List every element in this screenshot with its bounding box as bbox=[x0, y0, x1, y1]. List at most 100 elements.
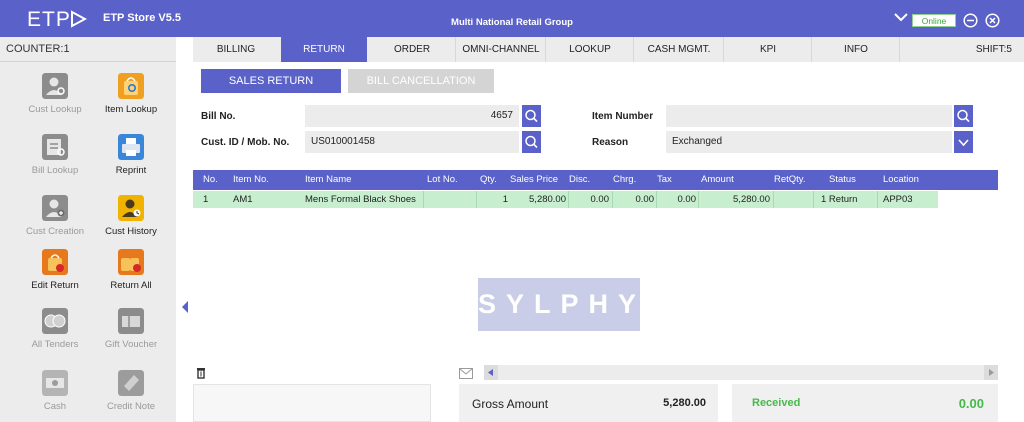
received-value: 0.00 bbox=[958, 396, 984, 411]
bill-lookup-icon bbox=[42, 134, 68, 160]
item-lookup-icon bbox=[118, 73, 144, 99]
tab-billing[interactable]: BILLING bbox=[193, 37, 279, 62]
reason-select[interactable]: Exchanged bbox=[666, 131, 952, 153]
tab-lookup[interactable]: LOOKUP bbox=[547, 37, 633, 62]
bill-search-button[interactable] bbox=[522, 105, 541, 127]
return-all-button[interactable]: Return All bbox=[96, 249, 166, 301]
cash-label: Cash bbox=[43, 401, 67, 412]
cell-chrg: 0.00 bbox=[635, 194, 655, 205]
chevron-down-icon bbox=[958, 139, 969, 147]
tab-divider bbox=[455, 37, 456, 62]
col-header-location: Location bbox=[883, 174, 919, 185]
col-header-ret-qty: RetQty. bbox=[774, 174, 806, 185]
customer-lookup-button[interactable]: Cust Lookup bbox=[20, 73, 90, 125]
item-lookup-label: Item Lookup bbox=[104, 104, 158, 115]
return-all-icon bbox=[118, 249, 144, 275]
reason-value: Exchanged bbox=[672, 136, 723, 147]
customer-search-button[interactable] bbox=[522, 131, 541, 153]
cell-status: 1 Return bbox=[821, 194, 858, 205]
tab-omni-channel[interactable]: OMNI-CHANNEL bbox=[457, 37, 545, 62]
customer-id-value: US010001458 bbox=[311, 136, 375, 147]
horizontal-scrollbar[interactable] bbox=[484, 365, 998, 380]
reprint-label: Reprint bbox=[115, 165, 147, 176]
chevron-down-icon[interactable] bbox=[894, 12, 908, 22]
company-name: Multi National Retail Group bbox=[451, 17, 573, 28]
cell-divider bbox=[813, 191, 814, 208]
tab-kpi[interactable]: KPI bbox=[725, 37, 811, 62]
reason-dropdown-button[interactable] bbox=[954, 131, 973, 153]
all-tenders-button[interactable]: All Tenders bbox=[20, 308, 90, 360]
bill-lookup-button[interactable]: Bill Lookup bbox=[20, 134, 90, 186]
minimize-icon[interactable] bbox=[963, 13, 978, 28]
gift-voucher-button[interactable]: Gift Voucher bbox=[96, 308, 166, 360]
cash-icon bbox=[42, 370, 68, 396]
arrow-right-icon bbox=[989, 369, 994, 376]
col-header-tax: Tax bbox=[657, 174, 672, 185]
bill-no-label: Bill No. bbox=[201, 111, 236, 122]
search-icon bbox=[525, 135, 538, 149]
gross-amount-value: 5,280.00 bbox=[663, 397, 706, 409]
cell-location: APP03 bbox=[883, 194, 913, 205]
online-status-badge: Online bbox=[912, 14, 956, 27]
item-number-field[interactable] bbox=[666, 105, 952, 127]
tab-cash-mgmt[interactable]: CASH MGMT. bbox=[635, 37, 723, 62]
cell-disc: 0.00 bbox=[590, 194, 610, 205]
col-header-item-name: Item Name bbox=[305, 174, 352, 185]
printer-icon bbox=[118, 134, 144, 160]
edit-return-button[interactable]: Edit Return bbox=[20, 249, 90, 301]
tenders-icon bbox=[42, 308, 68, 334]
grid-header: No. Item No. Item Name Lot No. Qty. Sale… bbox=[193, 170, 998, 190]
item-lookup-button[interactable]: Item Lookup bbox=[96, 73, 166, 125]
cell-qty: 1 bbox=[502, 194, 508, 205]
shift-label: SHIFT:5 bbox=[975, 44, 1012, 55]
bill-cancellation-tab[interactable]: BILL CANCELLATION bbox=[348, 69, 494, 93]
sales-return-tab[interactable]: SALES RETURN bbox=[201, 69, 341, 93]
cell-tax: 0.00 bbox=[677, 194, 697, 205]
tab-order[interactable]: ORDER bbox=[369, 37, 455, 62]
customer-id-field[interactable]: US010001458 bbox=[305, 131, 519, 153]
cell-divider bbox=[423, 191, 424, 208]
cell-amount: 5,280.00 bbox=[733, 194, 770, 205]
bill-no-field[interactable]: 4657 bbox=[305, 105, 519, 127]
scroll-right-button[interactable] bbox=[984, 365, 998, 380]
close-icon[interactable] bbox=[985, 13, 1000, 28]
tab-divider bbox=[545, 37, 546, 62]
customer-creation-label: Cust Creation bbox=[25, 226, 85, 237]
edit-return-icon bbox=[42, 249, 68, 275]
table-row[interactable]: 1 AM1 Mens Formal Black Shoes 1 5,280.00… bbox=[193, 191, 938, 208]
item-search-button[interactable] bbox=[954, 105, 973, 127]
trash-icon[interactable] bbox=[196, 367, 206, 379]
tab-return[interactable]: RETURN bbox=[281, 37, 367, 62]
col-header-chrg: Chrg. bbox=[613, 174, 637, 185]
cell-no: 1 bbox=[203, 194, 209, 205]
tab-info[interactable]: INFO bbox=[813, 37, 899, 62]
credit-note-label: Credit Note bbox=[106, 401, 156, 412]
cash-button[interactable]: Cash bbox=[20, 370, 90, 422]
watermark: SYLPHY bbox=[478, 278, 640, 331]
tab-divider bbox=[633, 37, 634, 62]
search-icon bbox=[957, 109, 970, 123]
footer-left-panel bbox=[193, 384, 431, 422]
received-label: Received bbox=[752, 397, 801, 409]
customer-creation-button[interactable]: Cust Creation bbox=[20, 195, 90, 247]
customer-creation-icon bbox=[42, 195, 68, 221]
arrow-left-icon bbox=[488, 369, 493, 376]
main-tabs: BILLING RETURN ORDER OMNI-CHANNEL LOOKUP… bbox=[193, 37, 1024, 62]
credit-note-button[interactable]: Credit Note bbox=[96, 370, 166, 422]
tab-divider bbox=[811, 37, 812, 62]
customer-id-label: Cust. ID / Mob. No. bbox=[201, 137, 290, 148]
customer-lookup-icon bbox=[42, 73, 68, 99]
mail-icon[interactable] bbox=[459, 368, 473, 379]
col-header-item-no: Item No. bbox=[233, 174, 269, 185]
collapse-sidebar-icon[interactable] bbox=[181, 300, 189, 314]
cell-divider bbox=[877, 191, 878, 208]
cell-item-no: AM1 bbox=[233, 194, 253, 205]
col-header-no: No. bbox=[203, 174, 218, 185]
scroll-left-button[interactable] bbox=[484, 365, 498, 380]
edit-return-label: Edit Return bbox=[31, 280, 79, 291]
tab-divider bbox=[723, 37, 724, 62]
customer-lookup-label: Cust Lookup bbox=[28, 104, 82, 115]
search-icon bbox=[525, 109, 538, 123]
reprint-button[interactable]: Reprint bbox=[96, 134, 166, 186]
customer-history-button[interactable]: Cust History bbox=[96, 195, 166, 247]
